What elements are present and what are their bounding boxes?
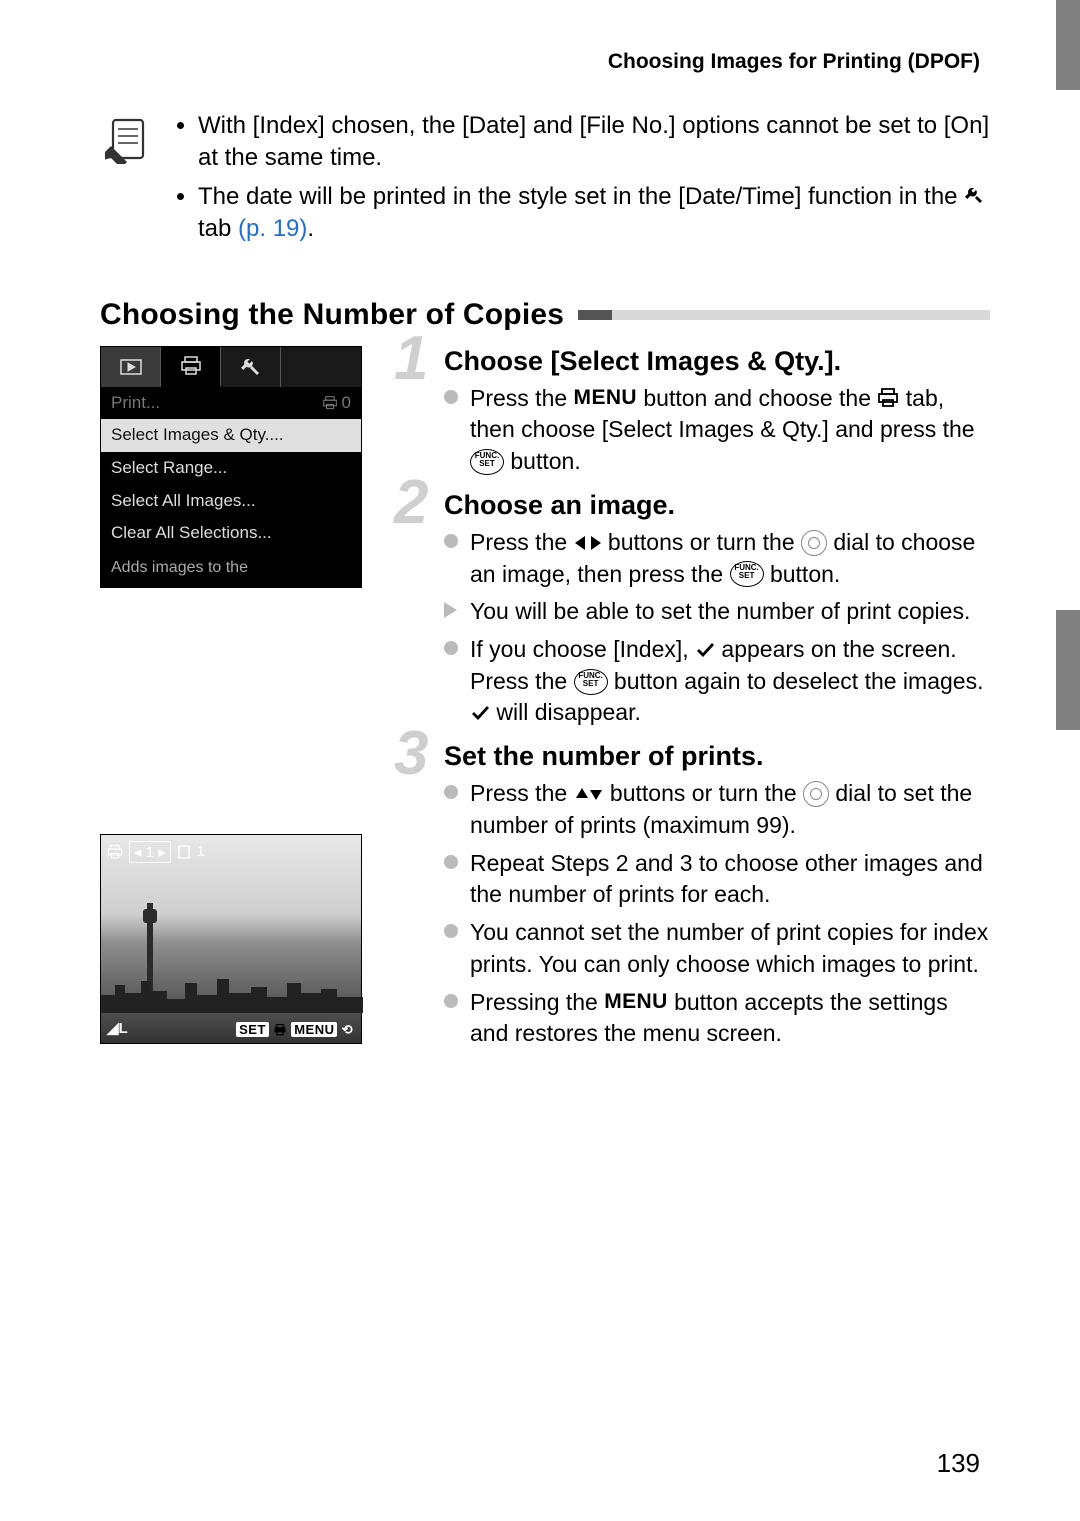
func-set-icon: FUNC.SET bbox=[470, 449, 504, 475]
note-item: The date will be printed in the style se… bbox=[198, 181, 990, 246]
note-item: With [Index] chosen, the [Date] and [Fil… bbox=[198, 110, 990, 175]
step-title: Choose an image. bbox=[444, 490, 990, 521]
print-small-icon bbox=[322, 396, 338, 410]
menu-row-hint: Adds images to the bbox=[101, 550, 361, 587]
step-number: 2 bbox=[394, 472, 428, 534]
tab-setup-icon bbox=[221, 347, 281, 387]
section-title-row: Choosing the Number of Copies bbox=[100, 298, 990, 332]
menu-word-icon: MENU bbox=[604, 988, 667, 1017]
section-rule bbox=[578, 310, 990, 320]
step: 1Choose [Select Images & Qty.].Press the… bbox=[400, 346, 990, 478]
step-body-item: Press the buttons or turn the dial to ch… bbox=[444, 527, 990, 590]
wrench-icon bbox=[964, 186, 984, 206]
skyline-silhouette bbox=[101, 973, 363, 1013]
page-header: Choosing Images for Printing (DPOF) bbox=[100, 50, 990, 74]
menu-word-icon: MENU bbox=[574, 384, 637, 413]
step-body-item: You will be able to set the number of pr… bbox=[444, 596, 990, 628]
right-column: 1Choose [Select Images & Qty.].Press the… bbox=[400, 346, 990, 1062]
menu-row: Clear All Selections... bbox=[101, 517, 361, 550]
tab-playback-icon bbox=[101, 347, 161, 387]
print-hud-icon bbox=[107, 844, 123, 860]
menu-tabs bbox=[101, 347, 361, 387]
menu-row: Select Range... bbox=[101, 452, 361, 485]
step: 3Set the number of prints.Press the butt… bbox=[400, 741, 990, 1050]
camera-menu-screenshot: Print... 0 Select Images & Qty.... Selec… bbox=[100, 346, 362, 588]
section-title: Choosing the Number of Copies bbox=[100, 298, 564, 332]
side-tab-top bbox=[1056, 0, 1080, 90]
step-body-item: Press the buttons or turn the dial to se… bbox=[444, 778, 990, 841]
up-down-arrows-icon bbox=[574, 786, 604, 802]
step-body-item: If you choose [Index], appears on the sc… bbox=[444, 634, 990, 729]
control-dial-icon bbox=[803, 781, 829, 807]
camera-image-screenshot: ◂ 1 ▸ 1 ◢L SET MENU ⟲ bbox=[100, 834, 362, 1044]
page: Choosing Images for Printing (DPOF) With… bbox=[0, 0, 1080, 1521]
doc-hud-icon bbox=[177, 845, 191, 859]
left-right-arrows-icon bbox=[574, 534, 602, 552]
func-set-icon: FUNC.SET bbox=[574, 669, 608, 695]
page-number: 139 bbox=[937, 1448, 980, 1479]
step-number: 3 bbox=[394, 723, 428, 785]
check-icon bbox=[695, 640, 715, 660]
menu-row-selected: Select Images & Qty.... bbox=[101, 419, 361, 452]
two-column-layout: Print... 0 Select Images & Qty.... Selec… bbox=[100, 346, 990, 1062]
step-title: Choose [Select Images & Qty.]. bbox=[444, 346, 990, 377]
step-title: Set the number of prints. bbox=[444, 741, 990, 772]
hud-left-right-icon: ◂ 1 ▸ bbox=[129, 841, 171, 863]
note-box: With [Index] chosen, the [Date] and [Fil… bbox=[100, 110, 990, 252]
step-body-item: Repeat Steps 2 and 3 to choose other ima… bbox=[444, 848, 990, 911]
step-body-item: You cannot set the number of print copie… bbox=[444, 917, 990, 980]
hud-top: ◂ 1 ▸ 1 bbox=[107, 841, 205, 863]
side-tab-mid bbox=[1056, 610, 1080, 730]
note-list: With [Index] chosen, the [Date] and [Fil… bbox=[176, 110, 990, 252]
tab-print-icon bbox=[161, 347, 221, 387]
step-body-list: Press the buttons or turn the dial to ch… bbox=[444, 527, 990, 729]
step-number: 1 bbox=[394, 328, 428, 390]
print-hud-icon bbox=[273, 1024, 287, 1036]
left-column: Print... 0 Select Images & Qty.... Selec… bbox=[100, 346, 380, 1062]
pencil-note-icon bbox=[100, 110, 156, 252]
func-set-icon: FUNC.SET bbox=[730, 561, 764, 587]
control-dial-icon bbox=[801, 530, 827, 556]
step-body-item: Press the MENU button and choose the tab… bbox=[444, 383, 990, 478]
menu-row: Select All Images... bbox=[101, 485, 361, 518]
back-arrow-icon: ⟲ bbox=[342, 1022, 353, 1037]
step-body-list: Press the MENU button and choose the tab… bbox=[444, 383, 990, 478]
print-tab-icon bbox=[877, 388, 899, 408]
step-body-item: Pressing the MENU button accepts the set… bbox=[444, 987, 990, 1050]
check-icon bbox=[470, 703, 490, 723]
step-body-list: Press the buttons or turn the dial to se… bbox=[444, 778, 990, 1050]
step: 2Choose an image.Press the buttons or tu… bbox=[400, 490, 990, 729]
hud-bottom: SET MENU ⟲ bbox=[236, 1022, 353, 1038]
page-ref-link[interactable]: (p. 19) bbox=[238, 215, 307, 242]
hud-size-icon: ◢L bbox=[107, 1019, 128, 1037]
menu-row-print: Print... 0 bbox=[101, 387, 361, 420]
